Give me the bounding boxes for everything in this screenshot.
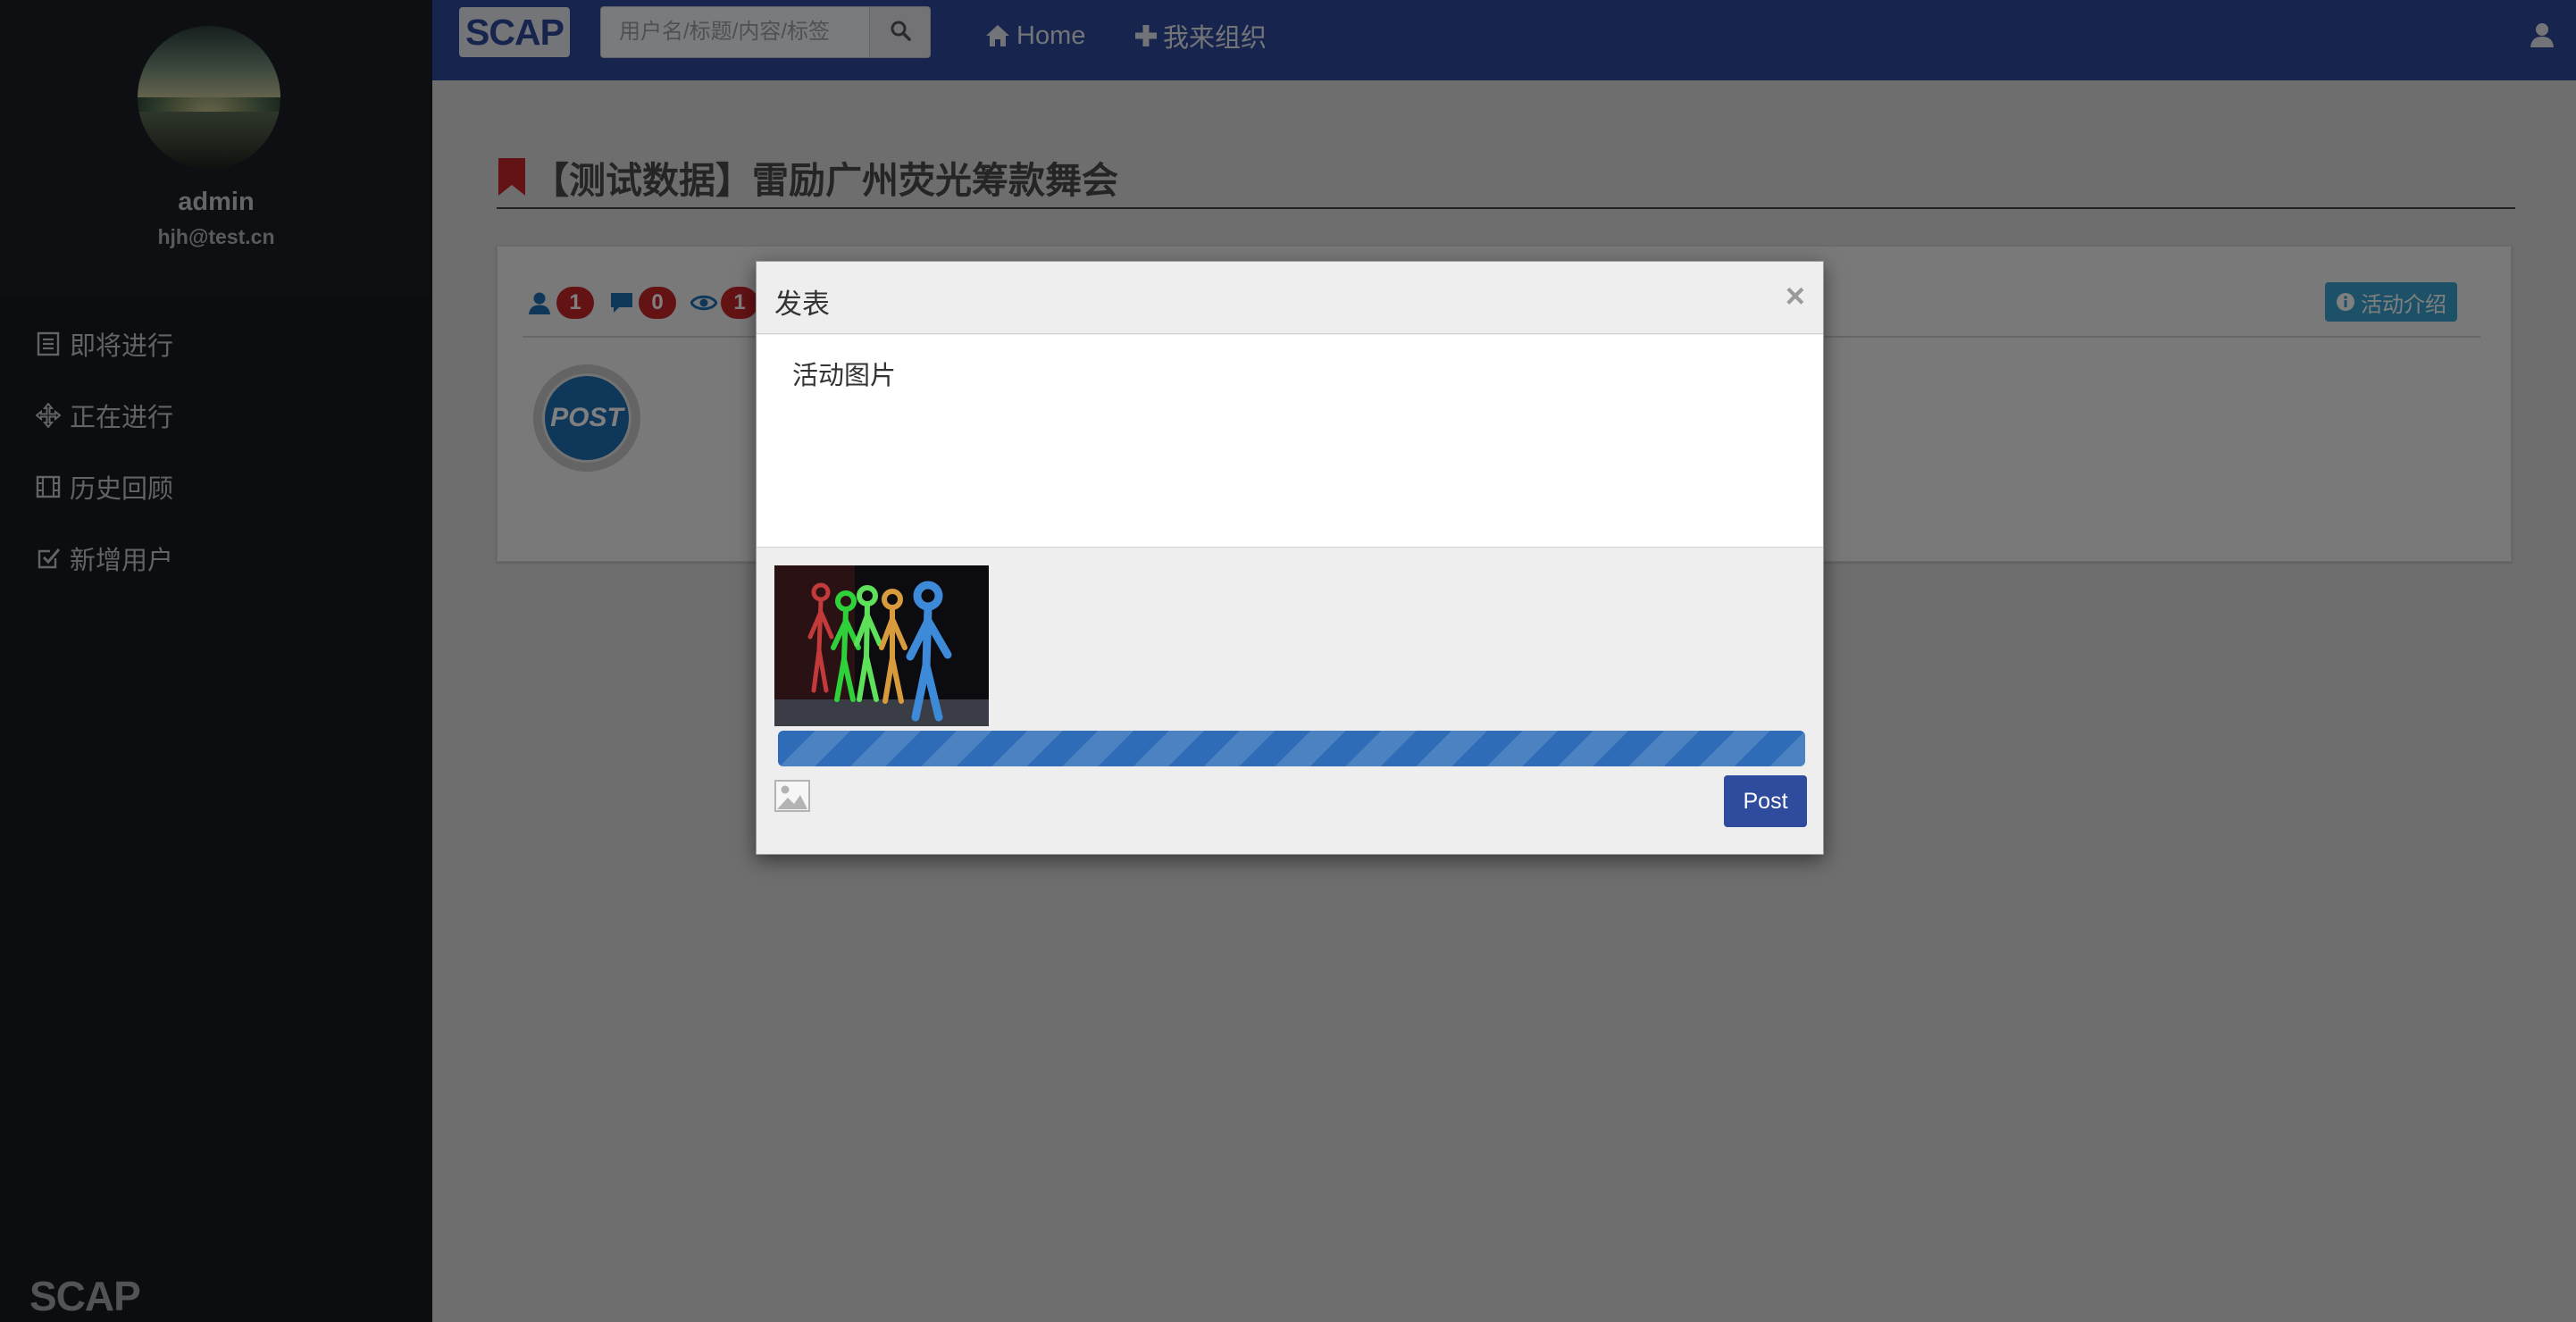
post-button[interactable]: Post — [1724, 775, 1807, 827]
uploaded-image-thumbnail[interactable] — [774, 565, 989, 726]
upload-progress-bar — [778, 731, 1805, 766]
post-modal: 发表 × 活动图片 Post — [756, 261, 1824, 855]
image-upload-icon[interactable] — [774, 780, 810, 812]
modal-title: 发表 — [774, 289, 830, 320]
close-icon[interactable]: × — [1786, 280, 1805, 314]
post-textarea[interactable]: 活动图片 — [757, 335, 1823, 548]
modal-header: 发表 × — [757, 262, 1823, 334]
